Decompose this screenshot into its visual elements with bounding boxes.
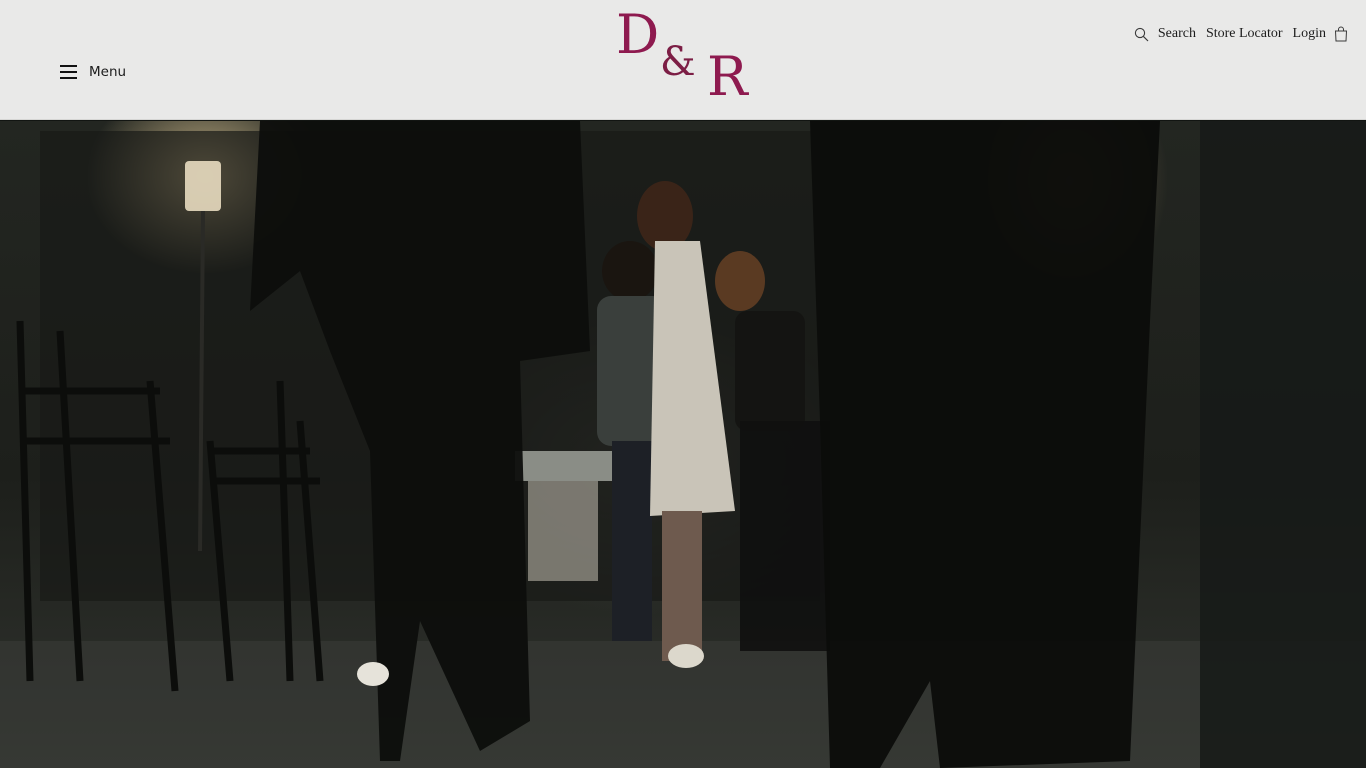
backstage-scene-image <box>0 121 1366 768</box>
brand-logo[interactable]: D & R <box>612 8 752 112</box>
shopping-bag-icon <box>1334 26 1348 42</box>
login-label: Login <box>1292 26 1326 41</box>
logo-ampersand: & <box>660 39 696 85</box>
cart-button[interactable] <box>1326 26 1348 42</box>
search-button[interactable]: Search <box>1134 26 1196 42</box>
search-label: Search <box>1157 26 1196 41</box>
utility-nav: Search Store Locator Login <box>1134 24 1348 44</box>
hamburger-icon <box>60 65 77 79</box>
site-header: Menu D & R Search Store Locator Login <box>0 0 1366 120</box>
menu-label: Menu <box>89 64 127 80</box>
search-icon <box>1134 27 1149 41</box>
hero-image <box>0 121 1366 768</box>
login-link[interactable]: Login <box>1293 26 1326 42</box>
menu-button[interactable]: Menu <box>60 60 126 84</box>
logo-letter-d: D <box>616 3 660 66</box>
logo-letter-r: R <box>707 45 748 108</box>
store-locator-link[interactable]: Store Locator <box>1206 26 1283 42</box>
store-locator-label: Store Locator <box>1205 26 1283 41</box>
